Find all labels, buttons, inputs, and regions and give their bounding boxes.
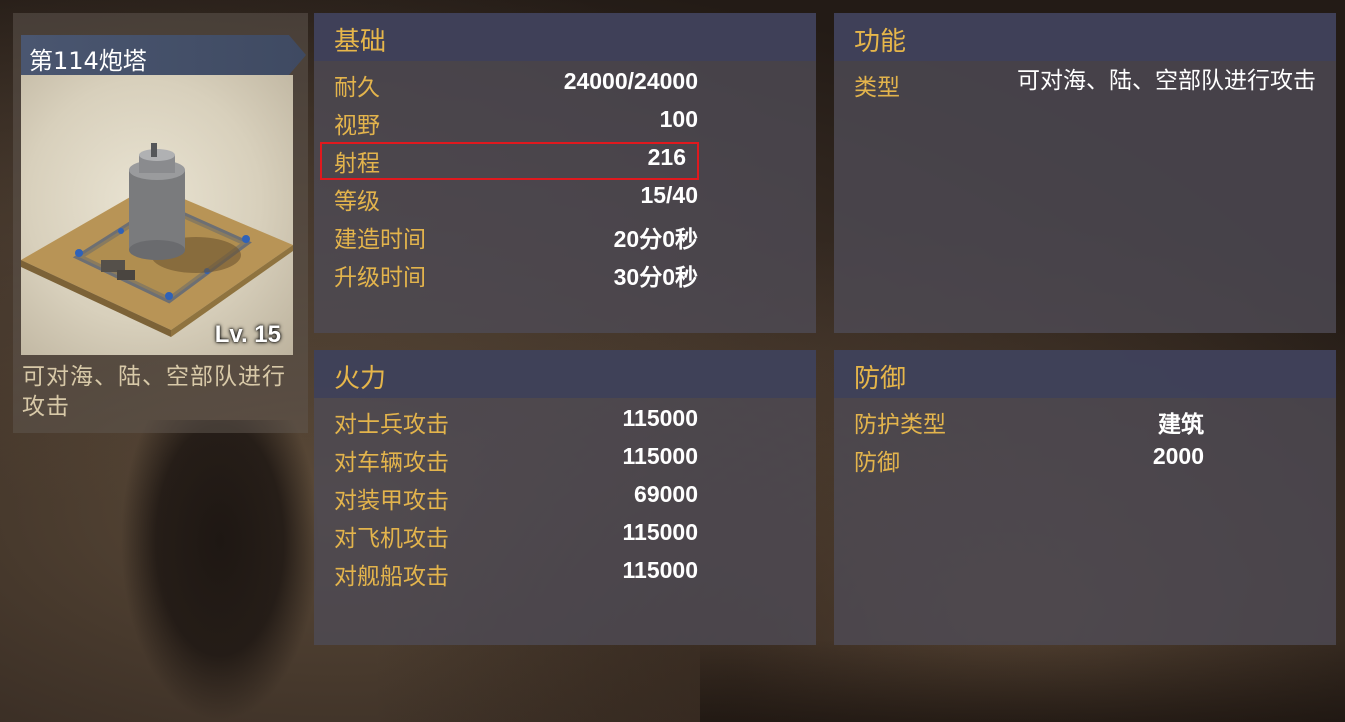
basic-panel-title: 基础 (334, 27, 387, 57)
stat-label: 耐久 (334, 75, 380, 101)
firepower-panel-header: 火力 (314, 350, 816, 398)
function-panel-title: 功能 (854, 27, 907, 57)
stat-row-vs-armor: 对装甲攻击 69000 (334, 481, 698, 515)
defense-panel: 防御 防护类型 建筑 防御 2000 (834, 350, 1336, 645)
stat-value: 15/40 (640, 182, 698, 208)
building-name: 第114炮塔 (29, 47, 147, 75)
turret-illustration (21, 143, 293, 337)
defense-panel-title: 防御 (854, 364, 907, 394)
firepower-panel-title: 火力 (334, 364, 387, 394)
stat-value: 2000 (1152, 443, 1204, 469)
defense-panel-header: 防御 (834, 350, 1336, 398)
type-value: 可对海、陆、空部队进行攻击 (1017, 68, 1316, 94)
stat-row-build-time: 建造时间 20分0秒 (334, 220, 698, 254)
stat-value: 30分0秒 (613, 264, 698, 290)
stat-row-vs-vehicle: 对车辆攻击 115000 (334, 443, 698, 477)
stat-value: 建筑 (1158, 411, 1204, 437)
stat-value: 115000 (622, 557, 698, 583)
stat-row-type: 类型 (854, 68, 954, 102)
stat-row-vs-infantry: 对士兵攻击 115000 (334, 405, 698, 439)
stat-label: 类型 (854, 75, 900, 101)
stat-row-level: 等级 15/40 (334, 182, 698, 216)
stat-row-defense: 防御 2000 (854, 443, 1204, 477)
stat-row-protection-type: 防护类型 建筑 (854, 405, 1204, 439)
stat-label: 升级时间 (334, 265, 426, 291)
stat-label: 防护类型 (854, 412, 946, 438)
stat-row-vs-ship: 对舰船攻击 115000 (334, 557, 698, 591)
stat-label: 对舰船攻击 (334, 564, 449, 590)
stat-label: 防御 (854, 450, 900, 476)
stat-value: 115000 (622, 405, 698, 431)
building-description: 可对海、陆、空部队进行攻击 (22, 364, 286, 420)
stat-label: 对车辆攻击 (334, 450, 449, 476)
stat-label: 射程 (334, 151, 380, 177)
stat-value: 115000 (622, 519, 698, 545)
level-badge: Lv. 15 (214, 321, 281, 348)
firepower-panel: 火力 对士兵攻击 115000 对车辆攻击 115000 对装甲攻击 69000… (314, 350, 816, 645)
stat-value: 69000 (634, 481, 698, 507)
stat-value: 20分0秒 (613, 226, 698, 252)
stat-label: 对士兵攻击 (334, 412, 449, 438)
stat-row-durability: 耐久 24000/24000 (334, 68, 698, 102)
basic-panel: 基础 耐久 24000/24000 视野 100 射程 216 等级 15/40… (314, 13, 816, 333)
basic-panel-header: 基础 (314, 13, 816, 61)
stat-row-range-highlighted: 射程 216 (320, 142, 699, 180)
function-panel: 功能 类型 可对海、陆、空部队进行攻击 (834, 13, 1336, 333)
stat-value: 216 (647, 144, 686, 170)
stat-value: 24000/24000 (563, 68, 698, 94)
building-name-ribbon: 第114炮塔 (21, 35, 306, 75)
stat-row-vision: 视野 100 (334, 106, 698, 140)
stat-label: 视野 (334, 113, 380, 139)
stat-label: 等级 (334, 189, 380, 215)
battlefield-debris (700, 640, 1345, 722)
stat-label: 对装甲攻击 (334, 488, 449, 514)
building-preview-image: Lv. 15 (21, 75, 293, 355)
stat-row-upgrade-time: 升级时间 30分0秒 (334, 258, 698, 292)
stat-value: 100 (659, 106, 698, 132)
soldier-silhouette (120, 420, 320, 722)
stat-row-vs-aircraft: 对飞机攻击 115000 (334, 519, 698, 553)
stat-value: 115000 (622, 443, 698, 469)
stat-label: 建造时间 (334, 227, 426, 253)
function-panel-header: 功能 (834, 13, 1336, 61)
stat-label: 对飞机攻击 (334, 526, 449, 552)
